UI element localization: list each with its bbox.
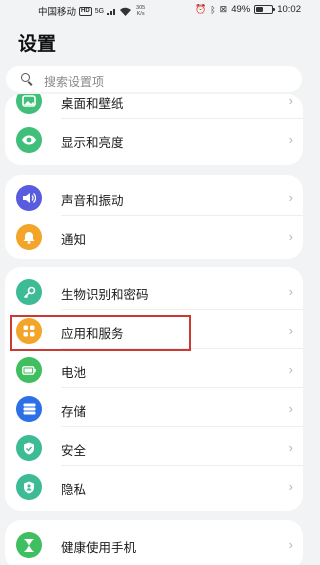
settings-item-label: 隐私	[61, 483, 87, 497]
settings-item-display[interactable]: 显示和亮度 ›	[5, 119, 303, 158]
chevron-right-icon: ›	[288, 323, 293, 338]
settings-group-system: 生物识别和密码 › 应用和服务 › 电池 › 存储 › 安全 › 隐私 ›	[5, 267, 303, 511]
settings-item-biometrics[interactable]: 生物识别和密码 ›	[5, 271, 303, 310]
settings-group-wellbeing: 健康使用手机 ›	[5, 520, 303, 565]
chevron-right-icon: ›	[288, 440, 293, 455]
settings-item-label: 健康使用手机	[61, 541, 137, 555]
settings-group-display: 桌面和壁纸 › 显示和亮度 ›	[5, 94, 303, 165]
settings-item-label: 通知	[61, 233, 87, 247]
search-bar[interactable]: 搜索设置项	[6, 66, 302, 92]
key-icon	[16, 279, 42, 305]
chevron-right-icon: ›	[288, 362, 293, 377]
search-placeholder: 搜索设置项	[44, 75, 105, 89]
chevron-right-icon: ›	[288, 479, 293, 494]
chevron-right-icon: ›	[288, 229, 293, 244]
settings-item-label: 存储	[61, 405, 87, 419]
battery-icon	[16, 357, 42, 383]
settings-item-storage[interactable]: 存储 ›	[5, 388, 303, 427]
signal-icon	[107, 9, 116, 15]
settings-item-label: 生物识别和密码	[61, 288, 149, 302]
search-icon	[21, 73, 33, 86]
storage-icon	[16, 396, 42, 422]
settings-item-label: 显示和亮度	[61, 136, 124, 150]
eye-icon	[16, 127, 42, 153]
vibrate-icon: ⊠	[219, 4, 228, 14]
alarm-icon: ⏰	[195, 4, 207, 14]
hd-badge: HD	[79, 6, 92, 16]
chevron-right-icon: ›	[288, 537, 293, 552]
hourglass-icon	[16, 532, 42, 558]
bell-icon	[16, 224, 42, 250]
battery-indicator	[254, 5, 276, 14]
settings-group-sound: 声音和振动 › 通知 ›	[5, 175, 303, 259]
privacy-icon	[16, 474, 42, 500]
speaker-icon	[16, 185, 42, 211]
settings-item-digital-balance[interactable]: 健康使用手机 ›	[5, 524, 303, 563]
settings-item-label: 安全	[61, 444, 87, 458]
settings-item-label: 应用和服务	[61, 327, 124, 341]
settings-item-security[interactable]: 安全 ›	[5, 427, 303, 466]
settings-item-apps[interactable]: 应用和服务 ›	[5, 310, 303, 349]
chevron-right-icon: ›	[288, 401, 293, 416]
settings-item-battery[interactable]: 电池 ›	[5, 349, 303, 388]
settings-item-label: 电池	[61, 366, 87, 380]
signal-type: 5G	[94, 7, 105, 15]
status-bar: 中国移动 HD 5G 305 K/s ⏰ ᛒ ⊠ 49% 10:02	[0, 0, 307, 20]
wifi-icon	[120, 7, 132, 16]
chevron-right-icon: ›	[288, 190, 293, 205]
battery-percent: 49%	[231, 4, 251, 15]
shield-icon	[16, 435, 42, 461]
chevron-right-icon: ›	[288, 94, 293, 108]
net-speed: 305 K/s	[136, 5, 146, 17]
clock: 10:02	[277, 4, 301, 15]
apps-icon	[16, 318, 42, 344]
settings-item-label: 声音和振动	[61, 194, 124, 208]
settings-item-wallpaper[interactable]: 桌面和壁纸 ›	[5, 94, 303, 119]
bluetooth-icon: ᛒ	[210, 4, 216, 15]
carrier-name: 中国移动	[38, 7, 77, 18]
chevron-right-icon: ›	[288, 284, 293, 299]
page-title: 设置	[18, 34, 57, 55]
settings-item-label: 桌面和壁纸	[61, 97, 124, 111]
settings-item-privacy[interactable]: 隐私 ›	[5, 466, 303, 505]
wallpaper-icon	[16, 94, 42, 114]
settings-item-notifications[interactable]: 通知 ›	[5, 216, 303, 255]
chevron-right-icon: ›	[288, 132, 293, 147]
settings-item-sound[interactable]: 声音和振动 ›	[5, 177, 303, 216]
